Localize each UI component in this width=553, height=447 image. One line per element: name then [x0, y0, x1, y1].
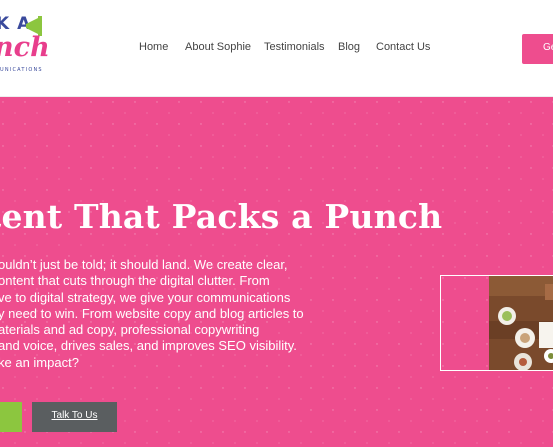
hero-body-line: ontent that cuts through the digital clu…	[0, 273, 270, 289]
hero-body: ouldn’t just be told; it should land. We…	[0, 257, 358, 371]
header-cta-label: Ge	[543, 42, 553, 53]
hero-body-line: y need to win. From website copy and blo…	[0, 305, 304, 321]
header-cta-button[interactable]: Ge	[522, 34, 553, 64]
logo-text-sub: UNICATIONS	[0, 67, 43, 73]
hero-title: tent That Packs a Punch	[0, 197, 443, 236]
hero-body-line: ke an impact?	[0, 354, 79, 370]
hero-body-line: and voice, drives sales, and improves SE…	[0, 338, 297, 354]
logo-text-main: nch	[0, 32, 50, 63]
hero-body-line: aterials and ad copy, professional copyw…	[0, 322, 260, 338]
hero-body-line: ouldn’t just be told; it should land. We…	[0, 257, 288, 272]
hero-photo-frame	[440, 275, 553, 371]
hero-photo	[489, 276, 553, 370]
nav-about-sophie[interactable]: About Sophie	[185, 41, 251, 53]
hero-body-line: ve to digital strategy, we give your com…	[0, 289, 291, 305]
talk-to-us-label: Talk To Us	[51, 410, 98, 421]
nav-home[interactable]: Home	[139, 41, 168, 53]
logo[interactable]: K A nch UNICATIONS	[0, 10, 60, 80]
nav-contact-us[interactable]: Contact Us	[376, 41, 430, 53]
primary-cta-button[interactable]	[0, 402, 22, 432]
hero-section: tent That Packs a Punch ouldn’t just be …	[0, 97, 553, 447]
talk-to-us-button[interactable]: Talk To Us	[32, 402, 117, 432]
nav-blog[interactable]: Blog	[338, 41, 360, 53]
site-header: K A nch UNICATIONS Home About Sophie Tes…	[0, 0, 553, 97]
nav-testimonials[interactable]: Testimonials	[264, 41, 325, 53]
